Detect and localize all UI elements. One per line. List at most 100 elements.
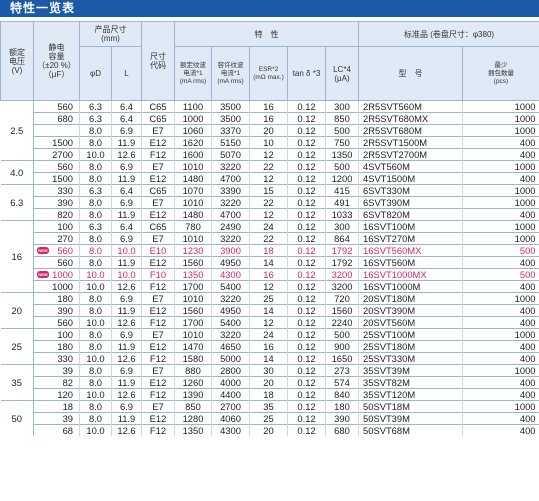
allowable-ripple-cell: 5070 [211,148,250,161]
size-code-cell: E7 [141,364,175,377]
tan-cell: 0.12 [287,304,326,317]
ripple-cell: 1480 [174,172,212,185]
header-capacitance: 静电 容量 （±20 %） （μF） [33,21,80,101]
header-rated-voltage: 额定 电压 (V) [0,21,34,101]
esr-cell: 18 [249,244,288,257]
pack-cell: 1000 [462,100,539,113]
size-code-cell: E12 [141,412,175,425]
phid-cell: 8.0 [79,304,112,317]
lc-cell: 300 [324,220,359,233]
length-cell: 6.9 [111,124,142,137]
length-cell: 6.4 [111,100,142,113]
phid-cell: 10.0 [79,424,112,436]
esr-cell: 16 [249,112,288,125]
pack-cell: 1000 [462,220,539,233]
capacitance-cell: 39 [33,364,80,377]
lc-cell: 390 [324,412,359,425]
pack-cell: 400 [462,424,539,436]
model-cell: 25SVT180M [358,340,463,353]
table-row: 2700 10.0 12.6 F12 1600 5070 12 0.12 1350 2R5SVT2… [1,148,539,161]
header-pack-line: 捆包数量 [488,69,515,77]
ripple-cell: 1560 [174,304,212,317]
table-row: 120 10.0 12.6 F12 1390 4400 18 0.12 840 35SVT120M… [1,388,539,401]
esr-cell: 16 [249,100,288,113]
capacitance-cell: 180 [33,340,80,353]
tan-cell: 0.12 [287,412,326,425]
table-row: 68 10.0 12.6 F12 1350 4300 20 0.12 680 50SVT68M 40… [1,424,539,436]
tan-cell: 0.12 [287,328,326,341]
table-row: 390 8.0 11.9 E12 1560 4950 14 0.12 1560 20SVT390M… [1,304,539,317]
allowable-ripple-cell: 5000 [211,352,250,365]
model-cell: 4SVT560M [358,160,463,173]
model-cell: 16SVT270M [358,232,463,245]
ripple-cell: 780 [174,220,212,233]
model-cell: 50SVT18M [358,400,463,413]
ripple-cell: 1070 [174,184,212,197]
allowable-ripple-cell: 3220 [211,232,250,245]
phid-cell: 10.0 [79,352,112,365]
model-cell: 16SVT560MX [358,244,463,257]
allowable-ripple-cell: 4300 [211,268,250,281]
pack-cell: 1000 [462,328,539,341]
model-cell: 20SVT180M [358,292,463,305]
table-row: 560 NEW 8.0 10.0 E10 1230 3900 18 0.12 1792 16SVT5… [1,244,539,257]
header-capacitance-line: （±20 %） [37,61,76,70]
lc-cell: 850 [324,112,359,125]
capacitance-cell: 1000 NEW [33,268,80,281]
allowable-ripple-cell: 5400 [211,280,250,293]
lc-cell: 300 [324,100,359,113]
header-esr: ESR*2 (mΩ max.) [249,46,288,101]
size-code-cell: E12 [141,304,175,317]
header-pack: 最少 捆包数量 (pcs) [462,46,539,101]
size-code-cell: E7 [141,292,175,305]
header-capacitance-line: 静电 [48,43,65,52]
allowable-ripple-cell: 2800 [211,364,250,377]
ripple-cell: 850 [174,400,212,413]
pack-cell: 1000 [462,124,539,137]
tan-cell: 0.12 [287,364,326,377]
tan-cell: 0.12 [287,160,326,173]
allowable-ripple-cell: 4650 [211,340,250,353]
lc-cell: 415 [324,184,359,197]
lc-cell: 2240 [324,316,359,329]
length-cell: 6.9 [111,232,142,245]
model-cell: 20SVT390M [358,304,463,317]
tan-cell: 0.12 [287,340,326,353]
header-allowable-ripple-line: (mA rms) [217,77,244,85]
size-code-cell: C65 [141,112,175,125]
phid-cell: 8.0 [79,400,112,413]
size-code-cell: E12 [141,376,175,389]
ripple-cell: 1100 [174,100,212,113]
pack-cell: 400 [462,412,539,425]
ripple-cell: 1010 [174,328,212,341]
table-row: 330 10.0 12.6 F12 1580 5000 14 0.12 1650 25SVT330… [1,352,539,365]
model-cell: 20SVT560M [358,316,463,329]
ripple-cell: 1350 [174,424,212,436]
header-capacitance-line: 容量 [48,52,65,61]
lc-cell: 720 [324,292,359,305]
length-cell: 10.0 [111,268,142,281]
header-ripple-line: (mA rms) [179,77,207,85]
header-allowable-ripple-line: 容许纹波 [217,61,244,69]
pack-cell: 1000 [462,184,539,197]
lc-cell: 500 [324,124,359,137]
ripple-cell: 1480 [174,208,212,221]
esr-cell: 14 [249,352,288,365]
capacitance-cell: 100 [33,328,80,341]
lc-cell: 574 [324,376,359,389]
esr-cell: 20 [249,124,288,137]
model-cell: 6SVT330M [358,184,463,197]
esr-cell: 16 [249,340,288,353]
pack-cell: 400 [462,316,539,329]
pack-cell: 400 [462,208,539,221]
lc-cell: 1560 [324,304,359,317]
tan-cell: 0.12 [287,124,326,137]
phid-cell: 6.3 [79,112,112,125]
tan-cell: 0.12 [287,232,326,245]
allowable-ripple-cell: 4700 [211,208,250,221]
phid-cell: 10.0 [79,268,112,281]
model-cell: 6SVT390M [358,196,463,209]
header-characteristics: 特 性 [173,21,360,47]
lc-cell: 500 [324,328,359,341]
pack-cell: 400 [462,280,539,293]
